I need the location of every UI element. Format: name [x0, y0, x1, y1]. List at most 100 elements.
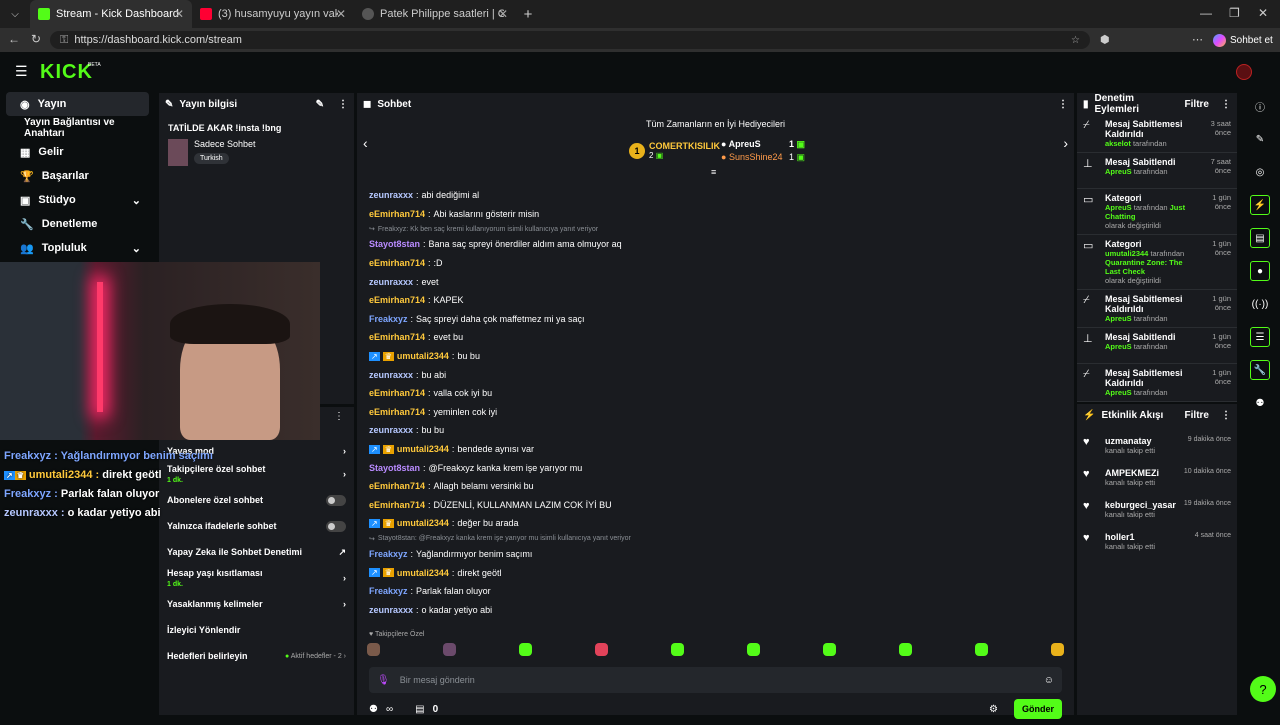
chat-username[interactable]: Freakxyz — [369, 586, 408, 596]
setting-raid[interactable]: İzleyici Yönlendir — [159, 617, 354, 643]
emote-icon[interactable] — [747, 643, 760, 656]
close-tab-icon[interactable]: ✕ — [174, 7, 184, 21]
support-icon[interactable]: ? — [1250, 676, 1276, 702]
chat-message[interactable]: Stayot8stan: @Freakxyz kanka krem işe yar… — [357, 458, 1074, 477]
setting-emotes-only[interactable]: Yalnızca ifadelerle sohbet — [159, 513, 354, 539]
hamburger-menu-icon[interactable]: ☰ — [15, 63, 28, 80]
avatar[interactable] — [1236, 64, 1252, 80]
mod-action-item[interactable]: ⊥ Mesaj Sabitlendi ApreuS tarafından 7 saat… — [1077, 153, 1237, 189]
browser-tab-youtube[interactable]: (3) husamyuyu yayın vakti 14 - You ✕ — [192, 0, 354, 28]
close-tab-icon[interactable]: ✕ — [498, 7, 508, 21]
chat-message[interactable]: eEmirhan714: valla cok iyi bu — [357, 384, 1074, 403]
mod-action-user[interactable]: umutali2344 — [1105, 249, 1148, 258]
browser-tab-kick-dashboard[interactable]: Stream - Kick Dashboard ✕ — [30, 0, 192, 28]
chat-username[interactable]: eEmirhan714 — [369, 388, 425, 398]
sidebar-item-topluluk[interactable]: 👥 Topluluk ⌄ — [6, 236, 149, 260]
restore-window-icon[interactable]: ❐ — [1229, 6, 1240, 20]
settings-gear-icon[interactable]: ⚙ — [989, 704, 998, 715]
kebab-menu-icon[interactable]: ⋮ — [338, 99, 348, 110]
mod-action-item[interactable]: ⊥ Mesaj Sabitlendi ApreuS tarafından 1 gün … — [1077, 328, 1237, 364]
emote-icon[interactable] — [975, 643, 988, 656]
chevron-right-icon[interactable]: › — [1063, 135, 1068, 151]
emote-icon[interactable] — [443, 643, 456, 656]
mod-action-user[interactable]: ApreuS — [1105, 342, 1132, 351]
chat-message[interactable]: eEmirhan714::D — [357, 254, 1074, 273]
camera-icon[interactable]: ◎ — [1250, 162, 1270, 182]
chat-username[interactable]: eEmirhan714 — [369, 407, 425, 417]
tab-menu-chevron-icon[interactable]: ⌵ — [0, 9, 30, 20]
setting-goals[interactable]: Hedefleri belirleyin ● Aktif hedefler - 2… — [159, 643, 354, 669]
kebab-menu-icon[interactable]: ⋮ — [1221, 410, 1231, 421]
mod-action-item[interactable]: ⌿ Mesaj Sabitlemesi Kaldırıldı akselot tar… — [1077, 115, 1237, 153]
setting-followers-only[interactable]: Takipçilere özel sohbet 1 dk. › — [159, 461, 354, 487]
chat-input[interactable]: 🎙 Bir mesaj gönderin ☺ — [369, 667, 1062, 693]
activity-user[interactable]: uzmanatay — [1105, 436, 1180, 446]
collapse-icon[interactable]: ≡ — [711, 167, 716, 177]
chevron-left-icon[interactable]: ‹ — [363, 135, 368, 151]
chat-message[interactable]: eEmirhan714: Allagh belamı versinki bu — [357, 477, 1074, 496]
activity-item[interactable]: ♥ uzmanatay kanalı takip etti 9 dakika önce — [1077, 432, 1237, 464]
subscribers-only-toggle[interactable] — [326, 494, 346, 506]
mod-action-user[interactable]: ApreuS — [1105, 388, 1132, 397]
chat-username[interactable]: zeunraxxx — [369, 425, 413, 435]
users-icon[interactable]: ⚉ — [1250, 393, 1270, 413]
chat-username[interactable]: zeunraxxx — [369, 277, 413, 287]
send-button[interactable]: Gönder — [1013, 699, 1062, 719]
mod-action-user[interactable]: ApreuS — [1105, 203, 1132, 212]
chat-message[interactable]: zeunraxxx: bu abi — [357, 365, 1074, 384]
chat-username[interactable]: umutali2344 — [397, 351, 449, 361]
chat-username[interactable]: zeunraxxx — [369, 370, 413, 380]
chat-username[interactable]: Stayot8stan — [369, 463, 420, 473]
url-field[interactable]: ⚿ https://dashboard.kick.com/stream ☆ — [50, 31, 1090, 49]
chat-username[interactable]: eEmirhan714 — [369, 258, 425, 268]
chat-message[interactable]: eEmirhan714: Abi kaslarını gösterir misin — [357, 205, 1074, 224]
lightning-icon[interactable]: ⚡ — [1250, 195, 1270, 215]
mod-action-item[interactable]: ▭ Kategori umutali2344 tarafından Quaranti… — [1077, 235, 1237, 290]
sidebar-item-studyo[interactable]: ▣ Stüdyo ⌄ — [6, 188, 149, 212]
chat-username[interactable]: zeunraxxx — [369, 605, 413, 615]
emote-icon[interactable] — [823, 643, 836, 656]
kebab-menu-icon[interactable]: ⋮ — [1221, 99, 1231, 110]
sidebar-item-gelir[interactable]: ▦ Gelir — [6, 140, 149, 164]
chat-username[interactable]: Freakxyz — [369, 549, 408, 559]
kebab-menu-icon[interactable]: ⋮ — [1058, 99, 1068, 110]
emote-icon[interactable] — [671, 643, 684, 656]
microphone-icon[interactable]: 🎙 — [377, 675, 390, 686]
emote-icon[interactable] — [367, 643, 380, 656]
activity-user[interactable]: holler1 — [1105, 532, 1187, 542]
extensions-icon[interactable]: ⬢ — [1100, 33, 1110, 46]
sidebar-item-stream-key[interactable]: Yayın Bağlantısı ve Anahtarı — [6, 116, 149, 140]
setting-account-age[interactable]: Hesap yaşı kısıtlaması 1 dk. › — [159, 565, 354, 591]
chat-message[interactable]: Freakxyz: Yağlandırmıyor benim saçımı — [357, 545, 1074, 564]
chat-message[interactable]: zeunraxxx: o kadar yetiyo abi — [357, 600, 1074, 619]
chat-message[interactable]: ↗ ♛ umutali2344: bendede aynısı var — [357, 440, 1074, 459]
chat-username[interactable]: eEmirhan714 — [369, 295, 425, 305]
activity-item[interactable]: ♥ holler1 kanalı takip etti 4 saat önce — [1077, 528, 1237, 560]
close-tab-icon[interactable]: ✕ — [336, 7, 346, 21]
chat-username[interactable]: Stayot8stan — [369, 239, 420, 249]
chat-username[interactable]: eEmirhan714 — [369, 209, 425, 219]
chat-message[interactable]: Freakxyz: Saç spreyi daha çok maffetmez m… — [357, 310, 1074, 329]
emote-icon[interactable] — [899, 643, 912, 656]
favorite-star-icon[interactable]: ☆ — [1071, 35, 1080, 46]
chat-username[interactable]: eEmirhan714 — [369, 481, 425, 491]
sidebar-item-denetleme[interactable]: 🔧 Denetleme — [6, 212, 149, 236]
wrench-icon[interactable]: 🔧 — [1250, 360, 1270, 380]
activity-item[interactable]: ♥ AMPEKMEZi kanalı takip etti 10 dakika önc… — [1077, 464, 1237, 496]
chat-message[interactable]: Stayot8stan: Bana saç spreyi önerdiler al… — [357, 235, 1074, 254]
emote-icon[interactable] — [595, 643, 608, 656]
back-icon[interactable]: ← — [8, 32, 20, 46]
chat-message[interactable]: ↗ ♛ umutali2344: direkt geötl — [357, 563, 1074, 582]
setting-ai-moderation[interactable]: Yapay Zeka ile Sohbet Denetimi ↗ — [159, 539, 354, 565]
close-window-icon[interactable]: ✕ — [1258, 6, 1268, 20]
setting-subscribers-only[interactable]: Abonelere özel sohbet — [159, 487, 354, 513]
info-icon[interactable]: ⓘ — [1250, 96, 1270, 116]
chat-message[interactable]: zeunraxxx: evet — [357, 272, 1074, 291]
mod-action-item[interactable]: ▭ Kategori ApreuS tarafından Just Chatting… — [1077, 189, 1237, 235]
site-info-icon[interactable]: ⚿ — [60, 34, 68, 47]
minimize-window-icon[interactable]: — — [1200, 6, 1212, 20]
filter-button[interactable]: Filtre — [1185, 99, 1209, 110]
emote-icon[interactable] — [1051, 643, 1064, 656]
new-tab-icon[interactable]: + — [516, 6, 540, 23]
reload-icon[interactable]: ↻ — [31, 32, 41, 46]
